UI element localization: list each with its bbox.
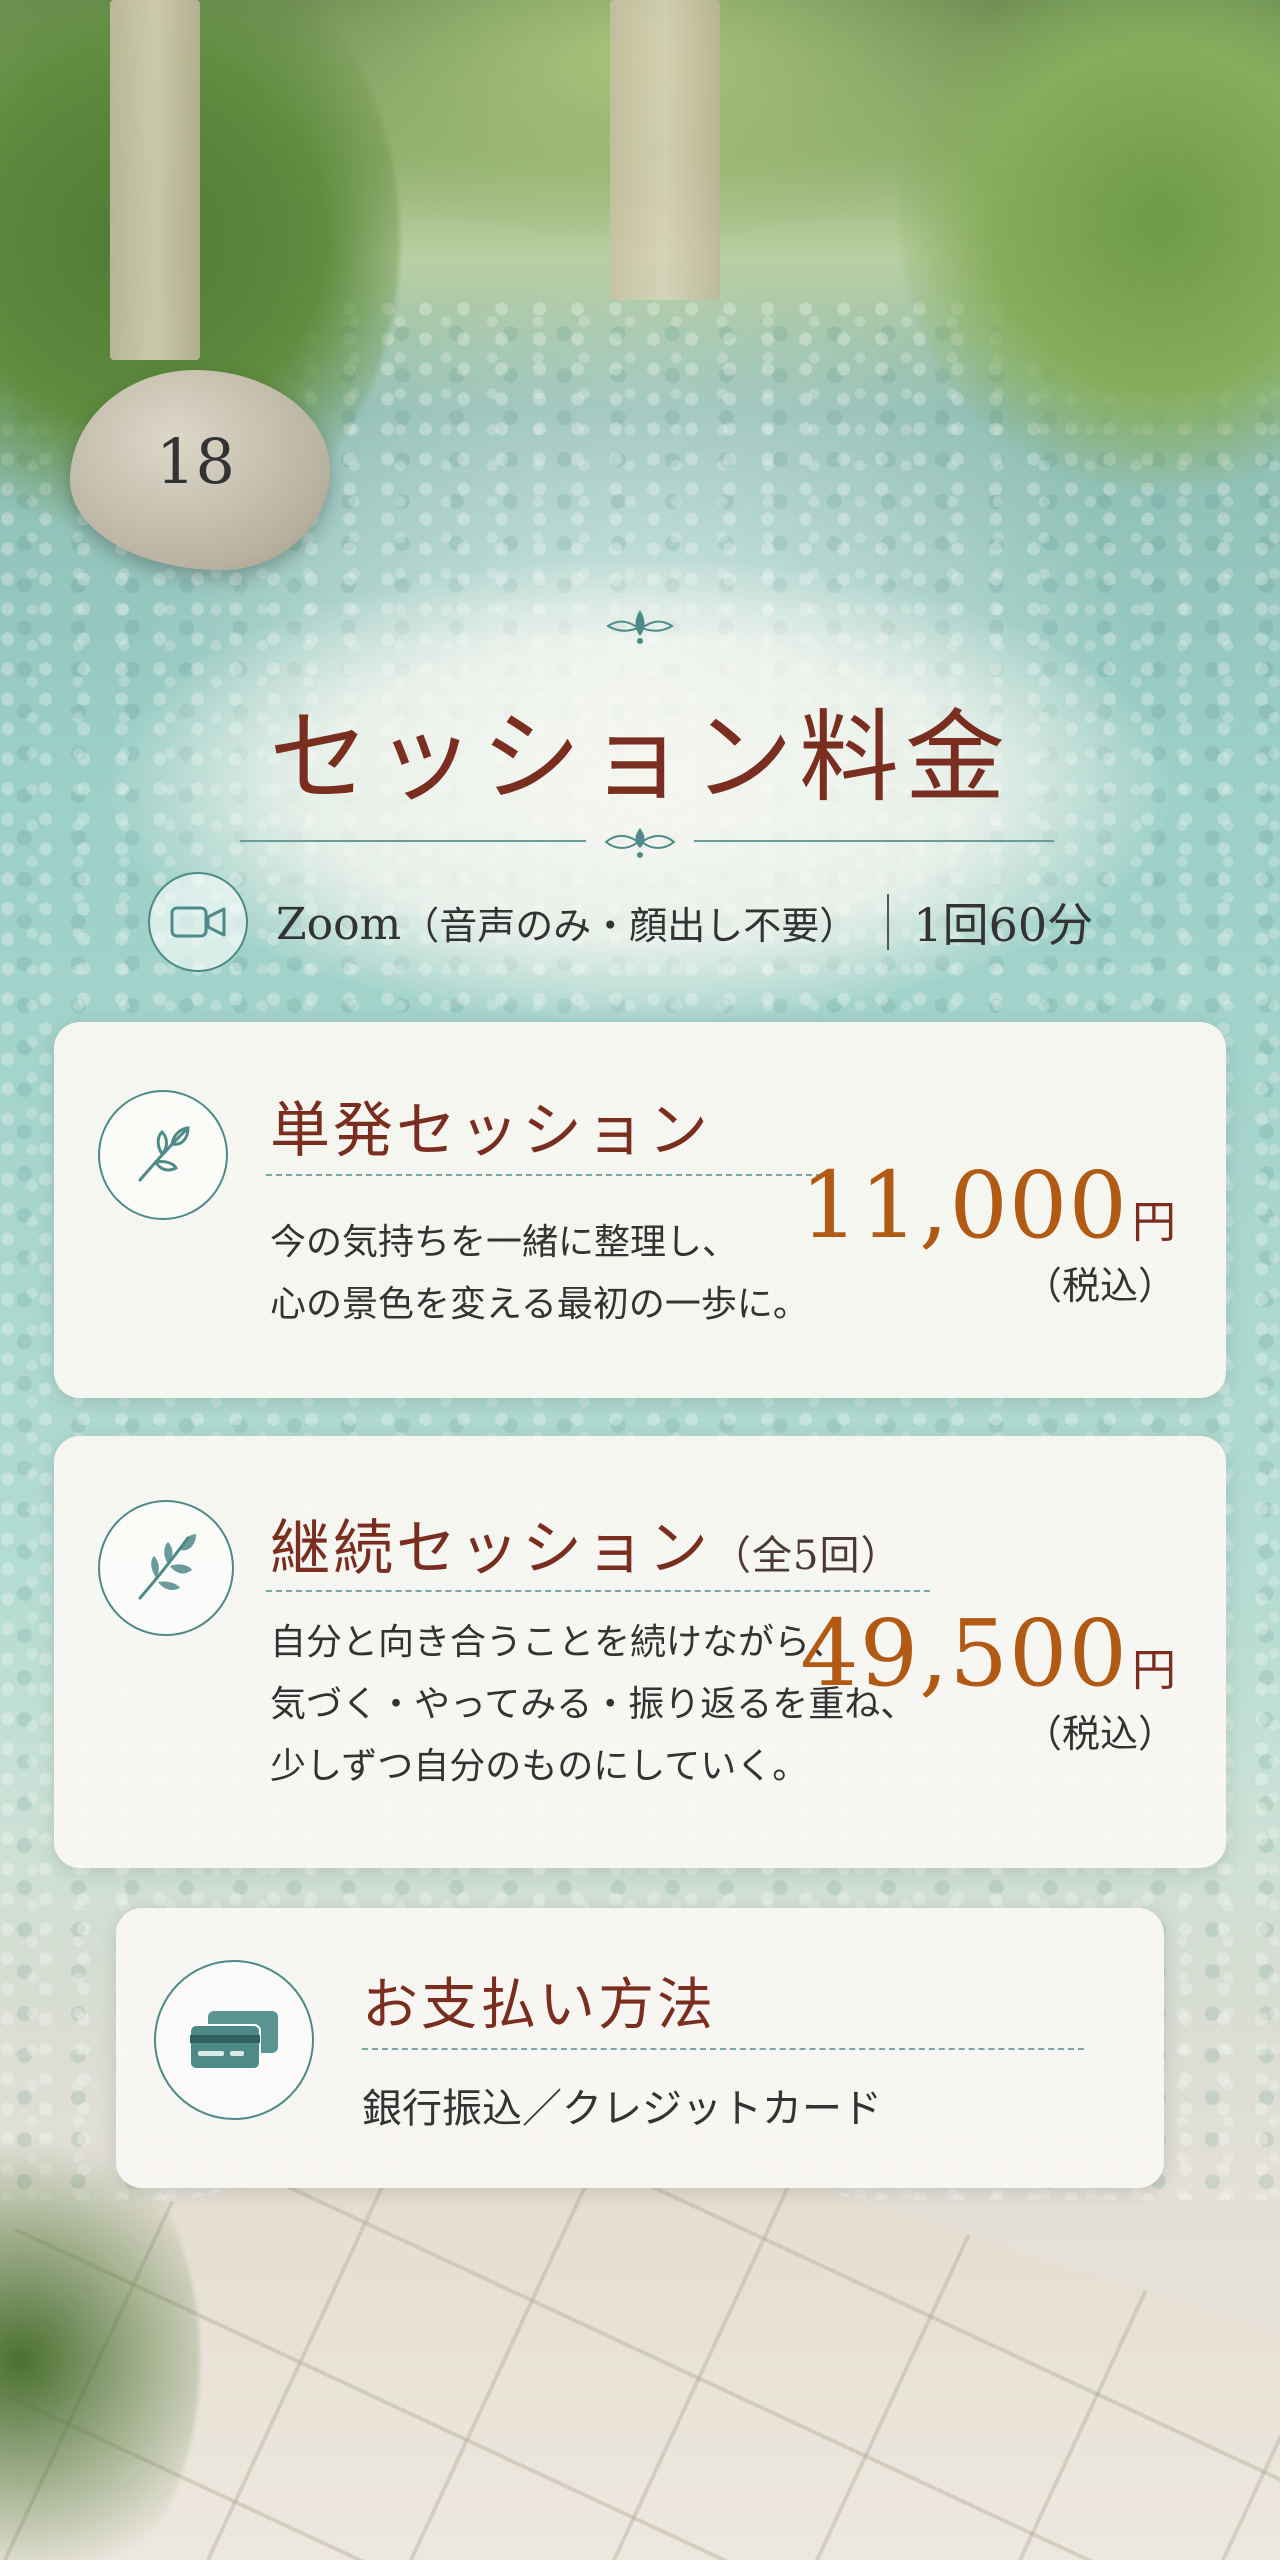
stone-pillar [610,0,720,300]
plan-price: 49,500円 （税込） [800,1600,1176,1758]
stone-pillar [110,0,200,360]
divider [694,840,1054,842]
branch-icon [98,1500,234,1636]
dashed-divider [266,1590,930,1592]
payment-title: お支払い方法 [362,1973,716,2038]
price-amount: 11,000 [800,1152,1128,1259]
session-format-row: Zoom（音声のみ・顔出し不要） 1回60分 [148,872,1093,972]
plan-title-note: （全5回） [711,1533,902,1579]
video-camera-icon [148,872,248,972]
stone-number: 18 [156,425,235,498]
zoom-format: Zoom（音声のみ・顔出し不要） [276,895,857,950]
description-line: 心の景色を変える最初の一歩に。 [270,1284,809,1325]
zoom-label: Zoom [276,898,402,950]
price-amount: 49,500 [800,1600,1128,1707]
payment-methods: 銀行振込／クレジットカード [362,2086,882,2132]
credit-cards-icon [154,1960,314,2120]
plan-title: 単発セッション [270,1082,711,1169]
plan-price: 11,000円 （税込） [800,1152,1176,1310]
description-line: 今の気持ちを一緒に整理し、 [270,1222,739,1263]
page-title: セッション料金 [269,699,1011,816]
plan-description: 今の気持ちを一緒に整理し、 心の景色を変える最初の一歩に。 [270,1212,809,1336]
leaf-sprig-icon [98,1090,228,1220]
plan-card-single: 単発セッション 今の気持ちを一緒に整理し、 心の景色を変える最初の一歩に。 11… [54,1022,1226,1398]
tax-note: （税込） [1023,1264,1176,1308]
payment-card: お支払い方法 銀行振込／クレジットカード [116,1908,1164,2188]
divider [240,840,586,842]
session-duration: 1回60分 [913,898,1094,952]
ornament-icon [604,828,676,858]
zoom-note: （音声のみ・顔出し不要） [401,903,858,948]
plan-card-continuous: 継続セッション（全5回） 自分と向き合うことを続けながら、 気づく・やってみる・… [54,1436,1226,1868]
price-currency: 円 [1132,1645,1176,1696]
separator [887,894,890,950]
plan-title: 継続セッション（全5回） [270,1500,901,1587]
dashed-divider [362,2048,1084,2050]
plan-title-text: 単発セッション [270,1096,711,1166]
plan-title-text: 継続セッション [270,1514,711,1584]
dashed-divider [266,1174,832,1176]
ornament-icon [606,610,674,644]
tax-note: （税込） [1023,1712,1176,1756]
price-currency: 円 [1132,1197,1176,1248]
numbered-stone: 18 [70,370,330,570]
